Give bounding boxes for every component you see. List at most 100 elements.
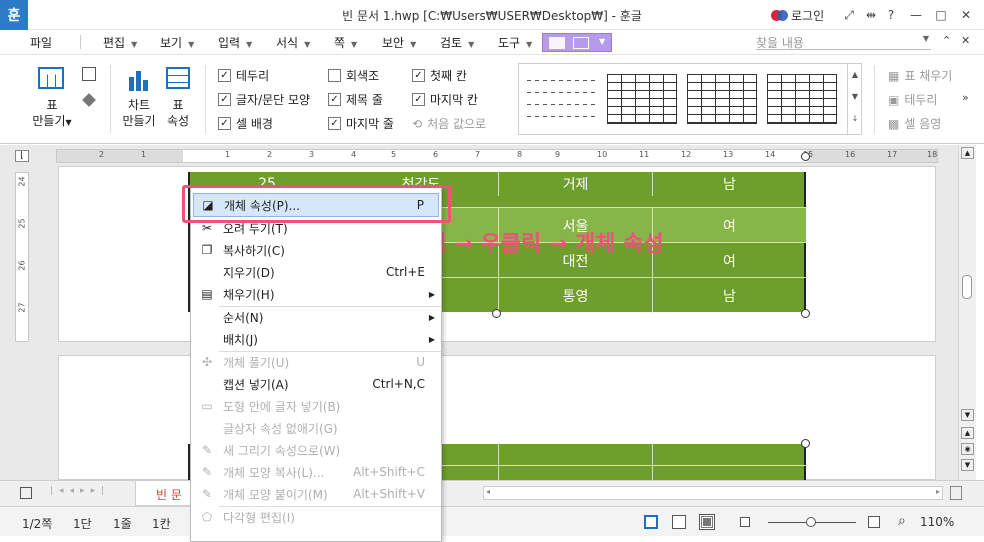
check-grayscale[interactable]: 회색조 xyxy=(328,67,379,84)
menu-item-text-in-shape[interactable]: ▭ 도형 안에 글자 넣기(B) xyxy=(191,395,441,417)
border-button[interactable]: ▣ 테두리 xyxy=(888,91,937,108)
menu-item-remove-textbox[interactable]: 글상자 속성 없애기(G) xyxy=(191,417,441,439)
check-char-para-shape[interactable]: ✓ 글자/문단 모양 xyxy=(218,91,310,108)
checkbox-checked-icon[interactable]: ✓ xyxy=(412,69,425,82)
menu-item-arrange[interactable]: 배치(J) ▶ xyxy=(191,328,441,350)
maximize-icon[interactable]: □ xyxy=(932,6,950,24)
menu-item-new-draw-props[interactable]: ✎ 새 그리기 속성으로(W) xyxy=(191,439,441,461)
width-view-icon[interactable] xyxy=(672,515,686,529)
magnifier-icon[interactable]: ⌕ xyxy=(898,513,906,529)
cell-shading-button[interactable]: ▩ 셀 음영 xyxy=(888,115,941,132)
tab-document[interactable]: 빈 문서 xyxy=(135,481,191,519)
chart-make-button[interactable]: 차트 만들기 xyxy=(118,97,160,129)
table-grid-icon[interactable] xyxy=(38,67,64,89)
table-make-button[interactable]: 표 만들기▼ xyxy=(30,97,74,131)
check-first-col[interactable]: ✓ 첫째 칸 xyxy=(412,67,467,84)
ribbon-collapse-icon[interactable]: ⌃ xyxy=(942,34,951,47)
minimize-icon[interactable]: — xyxy=(907,6,925,24)
menu-item-fill[interactable]: ▤ 채우기(H) ▶ xyxy=(191,283,441,305)
ribbon-more-icon[interactable]: » xyxy=(962,91,969,104)
reset-default-button[interactable]: ⟲ 처음 값으로 xyxy=(412,115,486,132)
menu-view[interactable]: 보기 ▼ xyxy=(160,34,194,51)
resize-handle-icon[interactable] xyxy=(801,309,810,318)
scroll-thumb[interactable] xyxy=(962,275,972,299)
table-cell[interactable]: 남 xyxy=(652,278,806,313)
table-cell[interactable]: 남 xyxy=(652,172,806,196)
scroll-up-icon[interactable]: ▲ xyxy=(961,147,974,159)
page-down-icon[interactable]: ▼ xyxy=(961,459,974,471)
checkbox-checked-icon[interactable]: ✓ xyxy=(218,93,231,106)
check-cell-background[interactable]: ✓ 셀 배경 xyxy=(218,115,273,132)
resize-handle-icon[interactable] xyxy=(492,309,501,318)
checkbox-checked-icon[interactable]: ✓ xyxy=(328,117,341,130)
table-cell[interactable]: 여 xyxy=(652,208,806,243)
split-view-icon[interactable]: ⇹ xyxy=(862,6,880,24)
fit-view-icon[interactable] xyxy=(699,514,715,530)
split-handle-icon[interactable] xyxy=(950,486,962,500)
menu-format[interactable]: 서식 ▼ xyxy=(276,34,310,51)
table-style-grid-3[interactable] xyxy=(767,74,837,124)
table-style-grid-2[interactable] xyxy=(687,74,757,124)
resize-handle-icon[interactable] xyxy=(801,152,810,161)
table-style-dashed[interactable] xyxy=(527,74,597,124)
checkbox-checked-icon[interactable]: ✓ xyxy=(218,117,231,130)
menu-edit[interactable]: 편집 ▼ xyxy=(103,34,137,51)
menu-page[interactable]: 쪽 ▼ xyxy=(334,34,357,51)
status-page[interactable]: 1/2쪽 xyxy=(22,515,52,532)
tab-nav-arrows-icon[interactable]: |◂◂▸▸| xyxy=(50,486,110,496)
menu-item-order[interactable]: 순서(N) ▶ xyxy=(191,306,441,328)
zoom-slider-thumb[interactable] xyxy=(806,517,816,527)
ruler-corner-icon[interactable]: ⌊ xyxy=(15,150,29,162)
chevron-down-icon[interactable]: ▼ xyxy=(599,37,605,46)
check-last-col[interactable]: ✓ 마지막 칸 xyxy=(412,91,478,108)
fullscreen-icon[interactable]: ⤢ xyxy=(840,6,858,24)
zoom-in-icon[interactable] xyxy=(868,516,880,528)
chart-icon[interactable] xyxy=(127,69,151,91)
table-properties-icon[interactable] xyxy=(166,67,190,89)
zoom-out-icon[interactable] xyxy=(740,517,750,527)
draw-table-icon[interactable] xyxy=(82,67,96,81)
table-cell[interactable]: 통영 xyxy=(498,278,652,313)
menu-security[interactable]: 보안 ▼ xyxy=(382,34,416,51)
doc-close-icon[interactable]: ✕ xyxy=(961,34,970,47)
menu-item-edit-polygon[interactable]: ⬠ 다각형 편집(I) xyxy=(191,506,441,528)
checkbox-checked-icon[interactable]: ✓ xyxy=(328,93,341,106)
table-cell[interactable]: 여 xyxy=(652,243,806,278)
table-properties-button[interactable]: 표 속성 xyxy=(160,97,196,129)
table-fill-button[interactable]: ▦ 표 채우기 xyxy=(888,67,952,84)
table-cell[interactable]: 거제 xyxy=(498,172,652,196)
vertical-ruler[interactable]: 24 25 26 27 xyxy=(15,172,29,342)
menu-item-ungroup[interactable]: ✣ 개체 풀기(U) U xyxy=(191,351,441,373)
search-input[interactable]: 찾을 내용 ▼ xyxy=(756,34,931,50)
checkbox-checked-icon[interactable]: ✓ xyxy=(218,69,231,82)
scroll-left-icon[interactable]: ◂ xyxy=(486,487,490,496)
menu-item-copy-shape[interactable]: ✎ 개체 모양 복사(L)... Alt+Shift+C xyxy=(191,461,441,483)
menu-item-insert-caption[interactable]: 캡션 넣기(A) Ctrl+N,C xyxy=(191,373,441,395)
table-layout-icon[interactable] xyxy=(573,37,589,49)
check-header-row[interactable]: ✓ 제목 줄 xyxy=(328,91,383,108)
eraser-icon[interactable] xyxy=(82,93,96,107)
scroll-right-icon[interactable]: ▸ xyxy=(936,487,940,496)
menu-item-cut[interactable]: ✂ 오려 두기(T) xyxy=(191,217,441,239)
checkbox-checked-icon[interactable]: ✓ xyxy=(412,93,425,106)
page-select-icon[interactable]: ◉ xyxy=(961,443,974,455)
menu-review[interactable]: 검토 ▼ xyxy=(440,34,474,51)
new-tab-icon[interactable] xyxy=(20,487,32,499)
scroll-down-icon[interactable]: ▼ xyxy=(961,409,974,421)
page-view-icon[interactable] xyxy=(644,515,658,529)
table-design-icon[interactable] xyxy=(549,37,565,49)
menu-item-paste-shape[interactable]: ✎ 개체 모양 붙이기(M) Alt+Shift+V xyxy=(191,483,441,505)
resize-handle-icon[interactable] xyxy=(801,439,810,448)
close-icon[interactable]: ✕ xyxy=(957,6,975,24)
checkbox-empty-icon[interactable] xyxy=(328,69,341,82)
menu-file[interactable]: 파일 xyxy=(30,34,52,51)
gallery-scroll[interactable]: ▲ ▼ ↓ xyxy=(847,64,862,134)
check-last-row[interactable]: ✓ 마지막 줄 xyxy=(328,115,394,132)
login-button[interactable]: 로그인 xyxy=(771,7,824,24)
horizontal-scrollbar[interactable]: ◂ ▸ xyxy=(483,486,943,500)
menu-tools[interactable]: 도구 ▼ xyxy=(498,34,532,51)
table-style-grid-1[interactable] xyxy=(607,74,677,124)
zoom-level[interactable]: 110% xyxy=(920,515,954,529)
help-icon[interactable]: ? xyxy=(882,6,900,24)
table-context-tabs[interactable]: ▼ xyxy=(542,33,612,52)
